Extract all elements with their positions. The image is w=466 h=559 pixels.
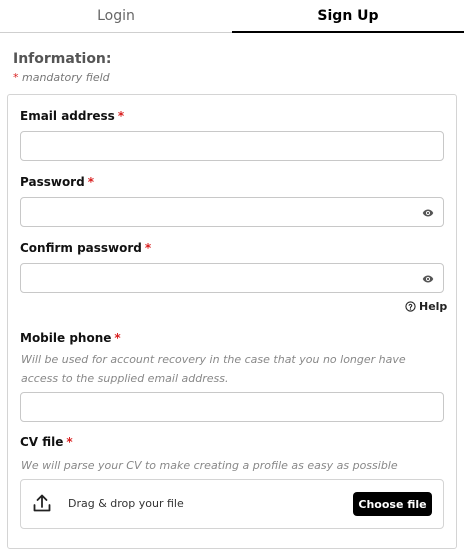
tab-sign-up[interactable]: Sign Up xyxy=(232,0,464,33)
required-star: * xyxy=(13,71,19,84)
question-circle-icon xyxy=(405,301,416,312)
confirm-password-label: Confirm password * xyxy=(20,241,151,255)
required-star: * xyxy=(66,435,73,449)
help-link-label: Help xyxy=(419,300,448,313)
required-star: * xyxy=(144,241,152,255)
required-star: * xyxy=(117,109,125,123)
cv-file-label-text: CV file xyxy=(20,435,64,449)
mobile-phone-help: Will be used for account recovery in the… xyxy=(21,353,406,385)
confirm-password-field[interactable] xyxy=(20,263,444,293)
choose-file-button[interactable]: Choose file xyxy=(353,492,432,516)
confirm-password-label-text: Confirm password xyxy=(20,241,142,255)
upload-icon xyxy=(33,494,51,512)
eye-icon[interactable] xyxy=(422,207,434,219)
cv-file-label: CV file * xyxy=(20,435,73,449)
section-title: Information: xyxy=(13,51,112,67)
tab-login[interactable]: Login xyxy=(0,0,232,33)
cv-file-help: We will parse your CV to make creating a… xyxy=(21,459,398,472)
help-link[interactable]: Help xyxy=(405,300,447,313)
email-label-text: Email address xyxy=(20,109,115,123)
required-star: * xyxy=(114,331,121,345)
dropzone-text: Drag & drop your file xyxy=(68,497,184,510)
password-label-text: Password xyxy=(20,175,85,189)
password-label: Password * xyxy=(20,175,94,189)
cv-dropzone[interactable]: Drag & drop your file Choose file xyxy=(20,479,444,529)
password-field[interactable] xyxy=(20,197,444,227)
email-label: Email address * xyxy=(20,109,124,123)
mandatory-note: * mandatory field xyxy=(13,71,110,84)
required-star: * xyxy=(87,175,94,189)
auth-tabs: Login Sign Up xyxy=(0,0,466,34)
email-field[interactable] xyxy=(20,131,444,161)
eye-icon[interactable] xyxy=(422,273,434,285)
mobile-phone-label: Mobile phone * xyxy=(20,331,121,345)
mobile-phone-field[interactable] xyxy=(20,392,444,422)
mobile-phone-label-text: Mobile phone xyxy=(20,331,112,345)
mandatory-note-text: mandatory field xyxy=(22,71,110,84)
